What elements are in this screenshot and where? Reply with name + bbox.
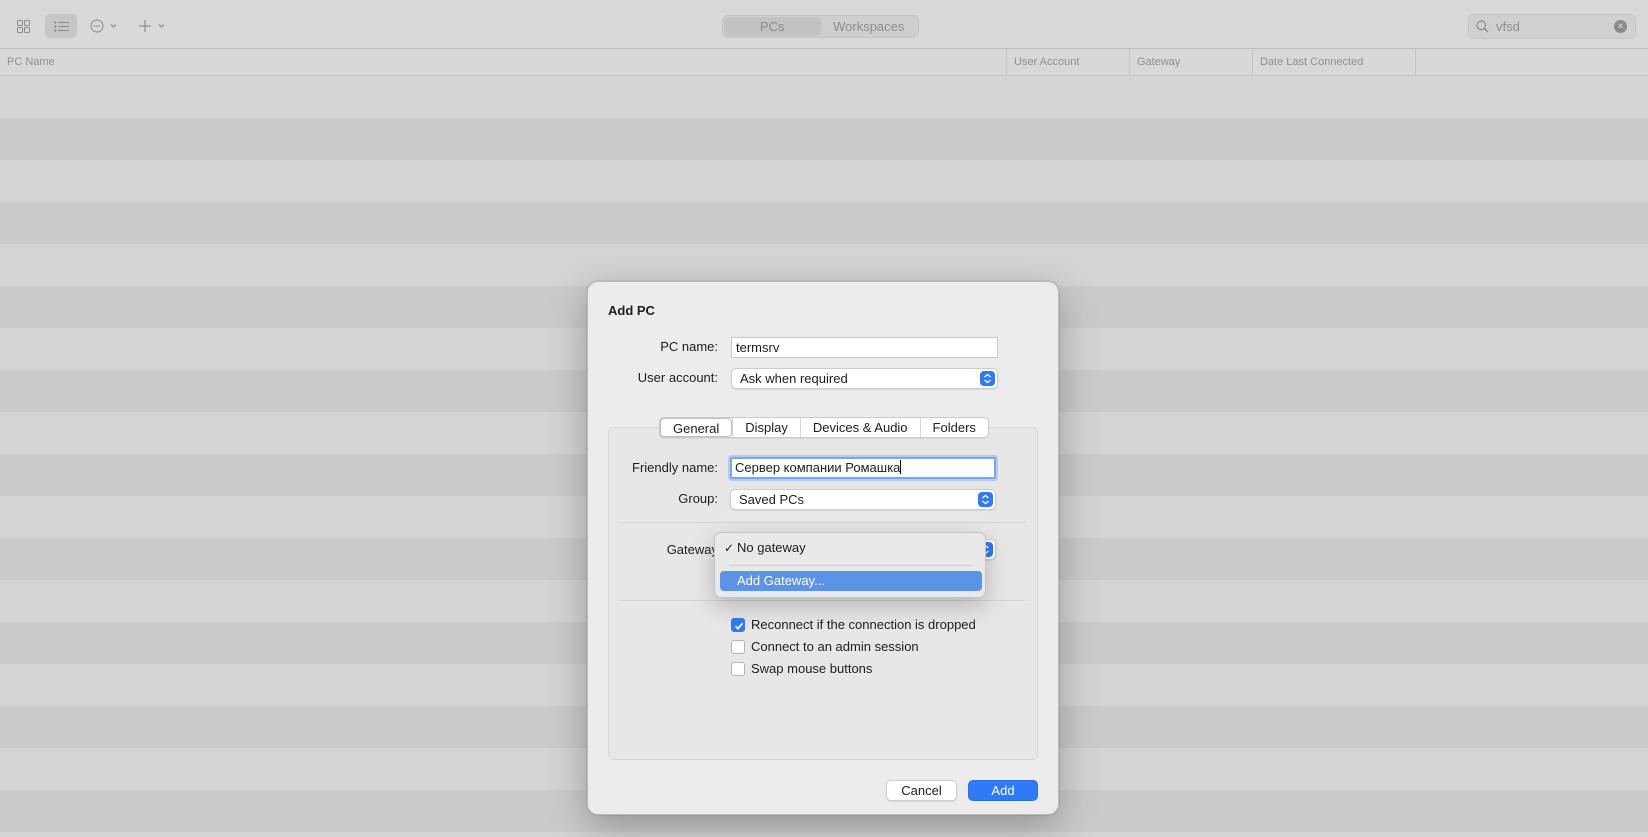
checkbox-unchecked-icon[interactable] xyxy=(731,639,745,654)
add-button[interactable]: Add xyxy=(968,780,1038,801)
gateway-label: Gateway xyxy=(588,542,718,557)
more-icon[interactable] xyxy=(88,14,120,38)
user-account-label: User account: xyxy=(637,370,718,385)
friendly-name-field[interactable]: Сервер компании Ромашка xyxy=(730,457,996,479)
user-account-popup[interactable]: Ask when required xyxy=(731,368,998,389)
add-icon[interactable] xyxy=(136,14,168,38)
column-header-empty xyxy=(1415,49,1648,76)
popup-arrows-icon xyxy=(980,371,995,386)
group-popup[interactable]: Saved PCs xyxy=(730,489,996,510)
menu-item-label: Add Gateway... xyxy=(737,573,825,588)
tab-general[interactable]: General xyxy=(660,418,733,437)
grid-view-icon[interactable] xyxy=(12,14,34,38)
checkmark-icon: ✓ xyxy=(724,541,735,555)
group-value: Saved PCs xyxy=(739,492,805,507)
search-field[interactable]: vfsd × xyxy=(1468,14,1636,39)
checkbox-admin-session[interactable]: Connect to an admin session xyxy=(731,639,919,654)
friendly-name-value: Сервер компании Ромашка xyxy=(735,460,901,475)
menu-item-no-gateway[interactable]: ✓ No gateway xyxy=(720,538,982,558)
tab-display[interactable]: Display xyxy=(732,418,800,437)
tab-workspaces[interactable]: Workspaces xyxy=(821,17,918,36)
cancel-button[interactable]: Cancel xyxy=(886,780,957,801)
checkbox-checked-icon[interactable] xyxy=(731,617,745,632)
checkbox-unchecked-icon[interactable] xyxy=(731,661,745,676)
column-header-user-account[interactable]: User Account xyxy=(1006,49,1129,76)
tab-devices-audio[interactable]: Devices & Audio xyxy=(799,418,920,437)
table-row xyxy=(0,202,1648,244)
checkbox-swap-mouse[interactable]: Swap mouse buttons xyxy=(731,661,872,676)
checkbox-label: Swap mouse buttons xyxy=(751,661,873,676)
menu-item-add-gateway[interactable]: Add Gateway... xyxy=(720,571,982,591)
column-header-gateway[interactable]: Gateway xyxy=(1129,49,1252,76)
clear-search-icon[interactable]: × xyxy=(1614,20,1627,33)
popup-arrows-icon xyxy=(978,492,993,507)
list-view-icon[interactable] xyxy=(45,14,77,38)
column-header-pc-name[interactable]: PC Name xyxy=(0,49,1006,76)
table-row xyxy=(0,244,1648,286)
menu-item-label: No gateway xyxy=(737,540,806,555)
group-label: Group: xyxy=(678,491,718,506)
user-account-value: Ask when required xyxy=(740,371,848,386)
table-header: PC Name User Account Gateway Date Last C… xyxy=(0,49,1648,76)
column-header-date-last-connected[interactable]: Date Last Connected xyxy=(1252,49,1415,76)
checkbox-label: Connect to an admin session xyxy=(751,639,919,654)
pc-name-label: PC name: xyxy=(660,339,718,354)
search-icon xyxy=(1476,20,1489,36)
gateway-menu: ✓ No gateway Add Gateway... xyxy=(714,532,986,598)
view-segmented-control: PCs Workspaces xyxy=(722,15,919,38)
gateway-label-text: Gateway xyxy=(666,542,718,557)
dialog-title: Add PC xyxy=(608,303,655,318)
checkbox-reconnect[interactable]: Reconnect if the connection is dropped xyxy=(731,617,976,632)
settings-tabs: General Display Devices & Audio Folders xyxy=(659,417,989,438)
tab-folders[interactable]: Folders xyxy=(919,418,988,437)
divider xyxy=(620,522,1026,523)
table-row xyxy=(0,118,1648,160)
divider xyxy=(620,600,1026,601)
friendly-name-label: Friendly name: xyxy=(632,460,718,475)
pc-name-field[interactable]: termsrv xyxy=(731,337,998,358)
tab-pcs[interactable]: PCs xyxy=(724,17,821,36)
search-input[interactable]: vfsd xyxy=(1496,19,1520,34)
table-row xyxy=(0,160,1648,202)
checkbox-label: Reconnect if the connection is dropped xyxy=(751,617,976,632)
table-row xyxy=(0,76,1648,118)
menu-divider xyxy=(729,565,973,566)
text-caret xyxy=(900,460,902,474)
toolbar: PCs Workspaces vfsd × xyxy=(0,0,1648,49)
